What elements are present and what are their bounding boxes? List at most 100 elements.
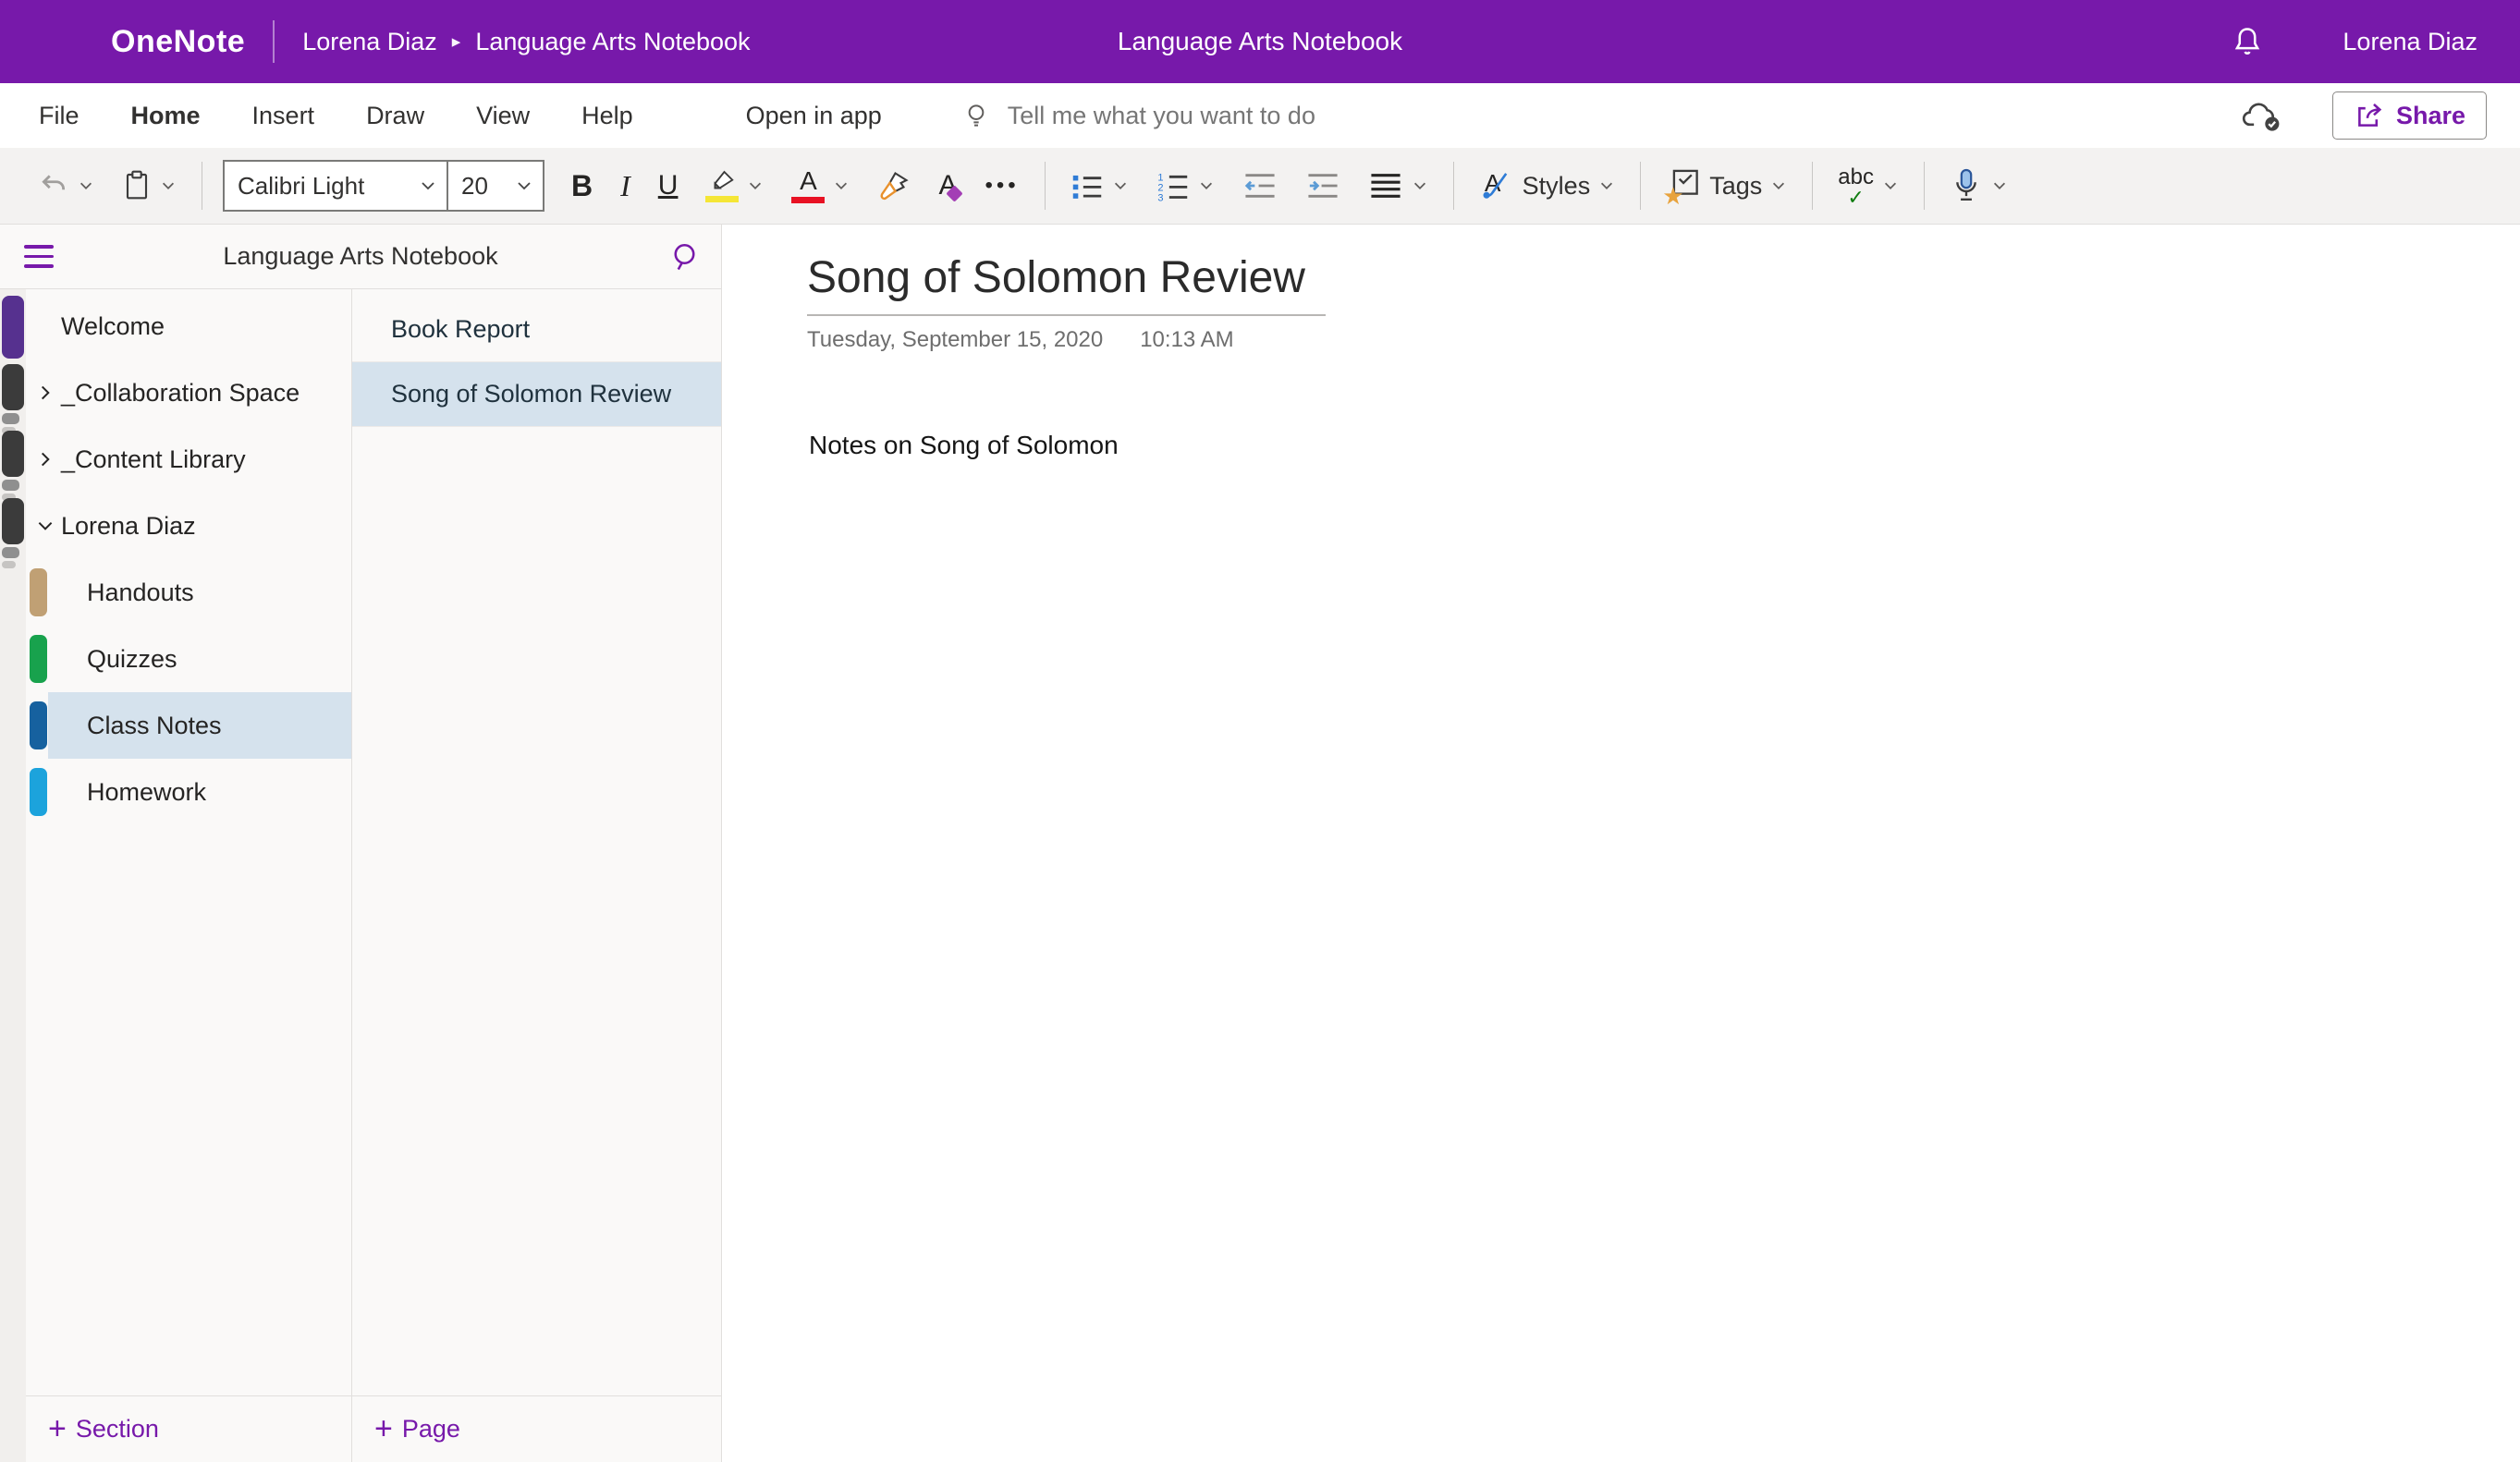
menu-home[interactable]: Home — [105, 83, 226, 148]
indent-icon — [1305, 170, 1340, 201]
clear-formatting-button[interactable]: A — [924, 157, 971, 214]
search-icon[interactable] — [669, 240, 703, 274]
undo-button[interactable] — [24, 157, 108, 214]
section-tab-lorena-diaz[interactable] — [2, 498, 24, 544]
numbered-list-icon: 1 2 3 — [1156, 170, 1190, 201]
nav-menu-icon[interactable] — [24, 245, 54, 268]
section-item-collaboration-space[interactable]: _Collaboration Space — [26, 359, 351, 426]
section-color-tab — [30, 568, 47, 616]
more-formatting-button[interactable]: ••• — [971, 157, 1033, 214]
format-painter-button[interactable] — [863, 157, 924, 214]
share-label: Share — [2396, 102, 2465, 130]
clipboard-icon — [122, 169, 152, 202]
account-name[interactable]: Lorena Diaz — [2343, 28, 2477, 56]
notebook-nav-header: Language Arts Notebook — [0, 225, 722, 289]
add-page-label: Page — [402, 1415, 460, 1444]
indent-button[interactable] — [1291, 157, 1354, 214]
section-color-tab — [30, 701, 47, 749]
ribbon-divider — [1812, 162, 1813, 210]
styles-icon: A — [1479, 168, 1514, 203]
chevron-down-icon — [1412, 177, 1428, 194]
clear-formatting-icon: A — [938, 170, 957, 201]
app-name[interactable]: OneNote — [111, 24, 245, 60]
pages-panel: Book Report Song of Solomon Review + Pag… — [352, 289, 722, 1462]
svg-text:3: 3 — [1157, 193, 1163, 201]
section-item-homework[interactable]: Homework — [26, 759, 351, 825]
header-divider — [273, 20, 275, 63]
alignment-button[interactable] — [1354, 157, 1442, 214]
app-launcher-icon[interactable] — [20, 21, 61, 62]
menu-help[interactable]: Help — [556, 83, 659, 148]
share-button[interactable]: Share — [2332, 91, 2487, 140]
lightbulb-icon — [961, 101, 991, 130]
page-title[interactable]: Song of Solomon Review — [807, 252, 1326, 316]
page-body-text[interactable]: Notes on Song of Solomon — [809, 431, 2520, 460]
underline-button[interactable]: U — [644, 157, 692, 214]
section-tab-collaboration[interactable] — [2, 364, 24, 410]
ribbon-divider — [1924, 162, 1925, 210]
notifications-bell-icon[interactable] — [2230, 24, 2265, 59]
open-in-app-button[interactable]: Open in app — [720, 83, 908, 148]
top-app-bar: OneNote Lorena Diaz ▸ Language Arts Note… — [0, 0, 2520, 83]
paste-button[interactable] — [108, 157, 190, 214]
breadcrumb-user[interactable]: Lorena Diaz — [302, 28, 437, 56]
add-section-label: Section — [76, 1415, 159, 1444]
page-time: 10:13 AM — [1140, 327, 1233, 353]
section-item-lorena-diaz[interactable]: Lorena Diaz — [26, 493, 351, 559]
chevron-down-icon — [833, 177, 850, 194]
chevron-down-icon — [35, 516, 55, 536]
font-color-icon: A — [791, 168, 825, 203]
font-size-value: 20 — [461, 172, 488, 201]
section-tab-strip — [0, 289, 26, 1462]
chevron-down-icon — [160, 177, 177, 194]
chevron-down-icon — [515, 177, 533, 195]
breadcrumb-separator-icon: ▸ — [452, 31, 461, 53]
chevron-down-icon — [1198, 177, 1215, 194]
breadcrumb-notebook[interactable]: Language Arts Notebook — [475, 28, 750, 56]
section-item-handouts[interactable]: Handouts — [26, 559, 351, 626]
undo-icon — [38, 170, 69, 201]
section-item-welcome[interactable]: Welcome — [26, 293, 351, 359]
italic-button[interactable]: I — [606, 157, 644, 214]
font-size-select[interactable]: 20 — [448, 160, 544, 212]
highlighter-icon — [705, 169, 739, 202]
plus-icon: + — [48, 1411, 67, 1447]
page-date-line: Tuesday, September 15, 2020 10:13 AM — [807, 327, 2520, 353]
section-tab-welcome[interactable] — [2, 296, 24, 359]
section-item-class-notes[interactable]: Class Notes — [26, 692, 351, 759]
font-name-value: Calibri Light — [238, 172, 364, 201]
bulleted-list-icon — [1070, 170, 1104, 201]
section-color-tab — [30, 768, 47, 816]
bold-button[interactable]: B — [557, 157, 606, 214]
microphone-icon — [1950, 167, 1983, 204]
outdent-button[interactable] — [1229, 157, 1291, 214]
styles-button[interactable]: A Styles — [1465, 157, 1630, 214]
section-tab-content-library[interactable] — [2, 431, 24, 477]
numbering-button[interactable]: 1 2 3 — [1143, 157, 1229, 214]
font-color-button[interactable]: A — [777, 157, 863, 214]
onenote-app: OneNote Lorena Diaz ▸ Language Arts Note… — [0, 0, 2520, 1462]
page-item-book-report[interactable]: Book Report — [352, 298, 721, 362]
chevron-down-icon — [419, 177, 437, 195]
bold-label: B — [571, 169, 593, 203]
chevron-down-icon — [1770, 177, 1787, 194]
page-canvas[interactable]: Song of Solomon Review Tuesday, Septembe… — [723, 225, 2520, 1462]
menu-draw[interactable]: Draw — [340, 83, 450, 148]
tags-button[interactable]: ★ Tags — [1652, 157, 1801, 214]
chevron-down-icon — [1598, 177, 1615, 194]
add-section-button[interactable]: + Section — [26, 1395, 351, 1462]
spellcheck-button[interactable]: abc ✓ — [1824, 157, 1913, 214]
bullets-button[interactable] — [1057, 157, 1143, 214]
highlight-color-button[interactable] — [691, 157, 777, 214]
add-page-button[interactable]: + Page — [352, 1395, 721, 1462]
dictate-button[interactable] — [1936, 157, 2022, 214]
menu-file[interactable]: File — [13, 83, 105, 148]
menu-view[interactable]: View — [450, 83, 556, 148]
tell-me-box[interactable]: Tell me what you want to do — [961, 101, 1315, 130]
page-item-song-of-solomon-review[interactable]: Song of Solomon Review — [352, 362, 721, 427]
section-item-quizzes[interactable]: Quizzes — [26, 626, 351, 692]
menu-insert[interactable]: Insert — [226, 83, 341, 148]
section-item-content-library[interactable]: _Content Library — [26, 426, 351, 493]
plus-icon: + — [374, 1411, 393, 1447]
font-name-select[interactable]: Calibri Light — [223, 160, 448, 212]
